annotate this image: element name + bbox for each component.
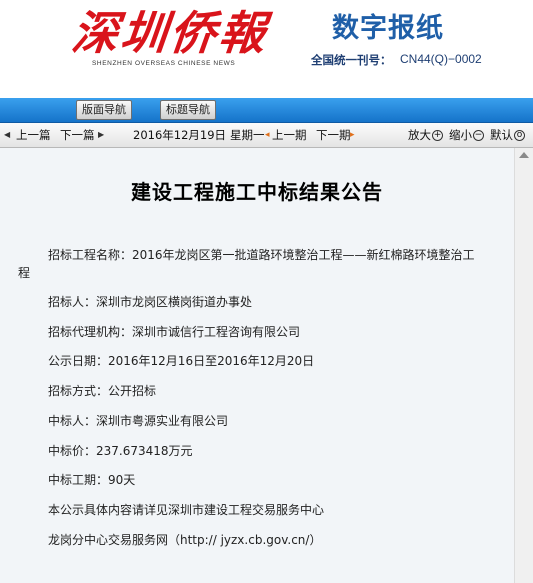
issue-weekday: 星期一 — [230, 128, 265, 142]
newspaper-logo[interactable]: 深圳侨報 — [69, 6, 271, 60]
default-zoom-label: 默认 — [490, 128, 513, 142]
zoom-out-label: 缩小 — [449, 128, 472, 142]
orange-arrow-icon: ◂ — [265, 130, 270, 140]
title-nav-button[interactable]: 标题导航 — [160, 100, 216, 120]
default-zoom-button[interactable]: 默认 o — [490, 123, 525, 147]
orange-arrow-icon: ▸ — [350, 130, 355, 140]
reset-circle-icon: o — [514, 130, 525, 141]
zoom-in-button[interactable]: 放大 + — [408, 123, 443, 147]
publication-number-label: 全国统一刊号： — [311, 53, 392, 67]
winning-bidder: 中标人：深圳市粤源实业有限公司 — [48, 414, 229, 428]
prev-issue-link[interactable]: 上一期 — [272, 123, 307, 147]
triangle-right-icon: ▶ — [98, 130, 105, 139]
project-duration: 中标工期：90天 — [48, 473, 136, 487]
vertical-scrollbar[interactable] — [514, 148, 533, 583]
article-content: 建设工程施工中标结果公告 招标工程名称：2016年龙岗区第一批道路环境整治工程—… — [0, 148, 514, 583]
next-article-link[interactable]: 下一篇 — [60, 123, 95, 147]
triangle-left-icon: ◀ — [4, 130, 11, 139]
winning-price: 中标价：237.673418万元 — [48, 444, 193, 458]
bid-agent: 招标代理机构：深圳市诚信行工程咨询有限公司 — [48, 325, 301, 339]
announcement-note: 本公示具体内容请详见深圳市建设工程交易服务中心 — [48, 503, 325, 517]
newspaper-logo-english: SHENZHEN OVERSEAS CHINESE NEWS — [92, 60, 236, 67]
project-name-continued: 程 — [18, 266, 31, 280]
scroll-up-arrow-icon[interactable] — [519, 152, 529, 158]
zoom-in-label: 放大 — [408, 128, 431, 142]
minus-circle-icon: − — [473, 130, 484, 141]
project-name: 招标工程名称：2016年龙岗区第一批道路环境整治工程——新红棉路环境整治工 — [48, 248, 475, 262]
article-title: 建设工程施工中标结果公告 — [131, 180, 383, 204]
plus-circle-icon: + — [432, 130, 443, 141]
page-nav-button[interactable]: 版面导航 — [76, 100, 132, 120]
masthead: 深圳侨報 SHENZHEN OVERSEAS CHINESE NEWS 数字报纸… — [0, 0, 533, 98]
service-website: 龙岗分中心交易服务网（http:// jyzx.cb.gov.cn/） — [48, 533, 322, 547]
zoom-out-button[interactable]: 缩小 − — [449, 123, 484, 147]
publication-number: CN44(Q)−0002 — [400, 52, 482, 66]
digital-newspaper-title: 数字报纸 — [332, 13, 444, 44]
issue-date: 2016年12月19日 — [133, 128, 227, 142]
announcement-period: 公示日期：2016年12月16日至2016年12月20日 — [48, 354, 315, 368]
bid-method: 招标方式：公开招标 — [48, 384, 157, 398]
navigation-bar: 版面导航 标题导航 — [0, 98, 533, 123]
toolbar: ◀ 上一篇 下一篇 ▶ 2016年12月19日 星期一 ◂ 上一期 下一期 ▸ … — [0, 123, 533, 148]
prev-article-link[interactable]: 上一篇 — [16, 123, 51, 147]
next-issue-link[interactable]: 下一期 — [316, 123, 351, 147]
bidder: 招标人：深圳市龙岗区横岗街道办事处 — [48, 295, 253, 309]
